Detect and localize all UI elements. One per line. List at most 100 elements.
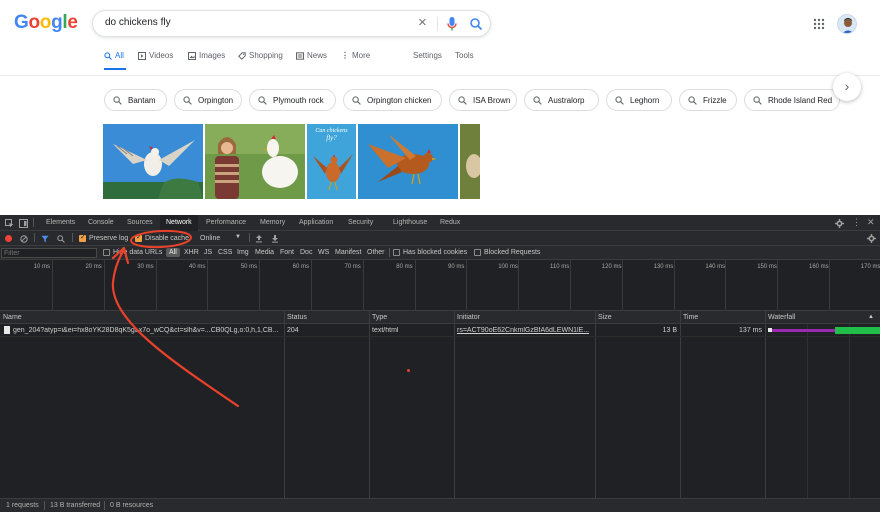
tab-label: All <box>115 51 124 60</box>
related-search-chip[interactable]: Australorp <box>524 89 599 111</box>
clear-icon[interactable]: × <box>418 14 427 32</box>
devtools-tab-sources[interactable]: Sources <box>127 219 153 226</box>
filter-icon[interactable] <box>41 235 49 243</box>
column-header-type[interactable]: Type <box>372 314 387 321</box>
filter-type-css[interactable]: CSS <box>218 249 232 256</box>
more-options-icon[interactable]: ⋮ <box>852 217 861 228</box>
filter-input[interactable] <box>1 248 97 258</box>
request-initiator-link[interactable]: rs=ACT90oE62CnkmlGzBfA6dLEWN1lE... <box>457 327 592 334</box>
news-icon <box>296 51 304 60</box>
inspect-element-icon[interactable] <box>5 219 14 228</box>
filter-type-other[interactable]: Other <box>367 249 385 256</box>
tab-videos[interactable]: Videos <box>138 51 173 60</box>
throttling-select[interactable]: Online <box>200 235 220 242</box>
column-header-initiator[interactable]: Initiator <box>457 314 480 321</box>
search-icon[interactable] <box>57 235 65 243</box>
related-search-chip[interactable]: Frizzle <box>679 89 737 111</box>
related-search-chip[interactable]: Orpington chicken <box>343 89 442 111</box>
tab-more[interactable]: ⋮ More <box>341 51 370 60</box>
export-har-icon[interactable] <box>271 234 279 243</box>
chevron-down-icon[interactable]: ▼ <box>235 234 241 240</box>
blocked-requests-checkbox[interactable] <box>474 249 481 256</box>
filter-type-all[interactable]: All <box>166 248 180 257</box>
devtools-tab-application[interactable]: Application <box>299 219 333 226</box>
related-search-chip[interactable]: Orpington <box>174 89 242 111</box>
image-result-woman-with-chicken[interactable] <box>205 124 305 199</box>
search-input[interactable]: do chickens fly <box>105 17 171 28</box>
related-search-chip[interactable]: Bantam <box>104 89 167 111</box>
column-header-status[interactable]: Status <box>287 314 307 321</box>
image-result-partial[interactable] <box>460 124 480 199</box>
search-box[interactable]: do chickens fly × <box>92 10 491 37</box>
sort-ascending-icon[interactable]: ▲ <box>868 314 874 320</box>
chip-label: Rhode Island Red <box>768 95 833 105</box>
tab-label: News <box>307 51 328 60</box>
devtools-tab-console[interactable]: Console <box>88 219 114 226</box>
tab-settings[interactable]: Settings <box>413 51 442 60</box>
close-icon[interactable]: ✕ <box>867 217 875 228</box>
tab-images[interactable]: Images <box>188 51 225 60</box>
filter-type-ws[interactable]: WS <box>318 249 329 256</box>
table-row[interactable]: gen_204?atyp=i&ei=hx8oYK28D8qK5gLx7o_wCQ… <box>0 324 880 337</box>
apps-grid-icon[interactable] <box>813 18 825 30</box>
waterfall-gridline <box>807 324 808 498</box>
column-divider <box>369 310 370 498</box>
image-result-hen-flying[interactable] <box>358 124 458 199</box>
request-status: 204 <box>287 327 299 334</box>
filter-type-manifest[interactable]: Manifest <box>335 249 361 256</box>
devtools-tab-performance[interactable]: Performance <box>206 219 246 226</box>
divider <box>249 233 250 242</box>
avatar[interactable] <box>837 14 857 34</box>
devtools-tab-lighthouse[interactable]: Lighthouse <box>393 219 427 226</box>
tab-all[interactable]: All <box>104 51 124 60</box>
has-blocked-cookies-checkbox[interactable] <box>393 249 400 256</box>
microphone-icon[interactable] <box>445 16 459 32</box>
tab-label: Settings <box>413 51 442 60</box>
logo-letter: e <box>67 12 78 33</box>
search-icon[interactable] <box>469 16 483 32</box>
devtools-tab-redux[interactable]: Redux <box>440 219 460 226</box>
filter-type-media[interactable]: Media <box>255 249 274 256</box>
search-icon <box>688 95 697 105</box>
search-icon <box>753 95 762 105</box>
devtools-tab-security[interactable]: Security <box>348 219 373 226</box>
hide-data-urls-checkbox[interactable] <box>103 249 110 256</box>
image-result-can-chickens-fly[interactable]: Can chickens fly? <box>307 124 356 199</box>
related-search-chip[interactable]: Rhode Island Red <box>744 89 840 111</box>
filter-type-font[interactable]: Font <box>280 249 294 256</box>
request-time: 137 ms <box>739 327 762 334</box>
devtools-tab-network[interactable]: Network <box>160 215 198 231</box>
google-logo[interactable]: Google <box>14 12 78 34</box>
tab-tools[interactable]: Tools <box>455 51 474 60</box>
record-icon[interactable] <box>5 235 12 242</box>
column-header-time[interactable]: Time <box>683 314 698 321</box>
request-type: text/html <box>372 327 399 334</box>
preserve-log-checkbox[interactable] <box>79 233 86 242</box>
related-search-chip[interactable]: Plymouth rock <box>249 89 336 111</box>
devtools-tab-elements[interactable]: Elements <box>46 219 75 226</box>
related-search-chip[interactable]: Leghorn <box>606 89 672 111</box>
disable-cache-checkbox[interactable] <box>135 233 142 242</box>
chips-next-button[interactable]: › <box>833 73 861 101</box>
column-header-size[interactable]: Size <box>598 314 612 321</box>
related-search-chip[interactable]: ISA Brown <box>449 89 517 111</box>
filter-type-doc[interactable]: Doc <box>300 249 312 256</box>
gear-icon[interactable] <box>835 219 844 228</box>
chip-label: Australorp <box>548 95 585 105</box>
filter-type-img[interactable]: Img <box>237 249 249 256</box>
image-icon <box>188 51 196 60</box>
tab-shopping[interactable]: Shopping <box>238 51 283 60</box>
chip-label: ISA Brown <box>473 95 511 105</box>
devtools-tab-memory[interactable]: Memory <box>260 219 285 226</box>
filter-type-js[interactable]: JS <box>204 249 212 256</box>
timeline-tick-label: 130 ms <box>653 264 674 270</box>
filter-type-xhr[interactable]: XHR <box>184 249 199 256</box>
device-toolbar-icon[interactable] <box>19 219 28 228</box>
import-har-icon[interactable] <box>255 234 263 243</box>
column-header-name[interactable]: Name <box>3 314 22 321</box>
column-header-waterfall[interactable]: Waterfall <box>768 314 795 321</box>
tab-news[interactable]: News <box>296 51 327 60</box>
gear-icon[interactable] <box>867 234 876 243</box>
clear-icon[interactable] <box>20 235 28 243</box>
image-result-flying-chicken[interactable] <box>103 124 203 199</box>
